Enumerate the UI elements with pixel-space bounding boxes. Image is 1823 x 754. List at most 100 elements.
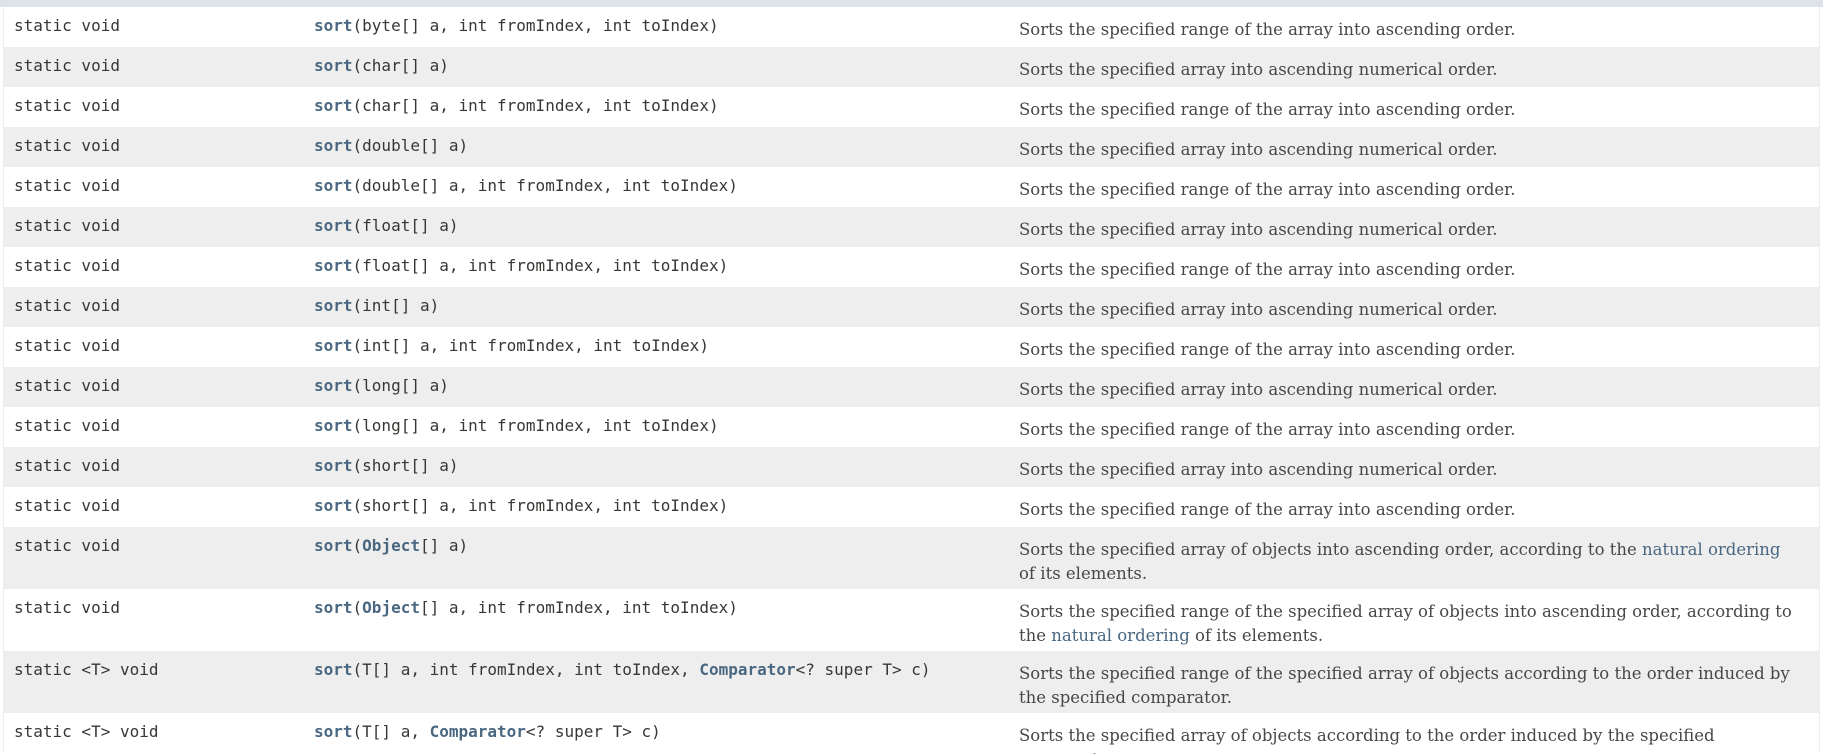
modifier-and-type: static void <box>14 176 120 195</box>
method-link[interactable]: sort <box>314 496 353 515</box>
method-signature: sort(Object[] a) <box>304 527 1009 589</box>
method-params: (char[] a, int fromIndex, int toIndex) <box>352 96 719 115</box>
type-link[interactable]: Comparator <box>699 660 795 679</box>
description-text: Sorts the specified range of the array i… <box>1019 20 1516 39</box>
modifier-and-type: static void <box>14 456 120 475</box>
method-link[interactable]: sort <box>314 456 353 475</box>
method-link[interactable]: sort <box>314 176 353 195</box>
method-description: Sorts the specified range of the array i… <box>1009 407 1819 447</box>
table-row: static <T> void sort(T[] a, int fromIndex… <box>4 651 1819 713</box>
method-description: Sorts the specified range of the array i… <box>1009 327 1819 367</box>
method-signature: sort(short[] a, int fromIndex, int toInd… <box>304 487 1009 527</box>
table-row: static void sort(byte[] a, int fromIndex,… <box>4 7 1819 47</box>
method-description: Sorts the specified range of the specifi… <box>1009 589 1819 651</box>
method-signature: sort(int[] a, int fromIndex, int toIndex… <box>304 327 1009 367</box>
description-text: of its elements. <box>1189 626 1324 645</box>
description-text: Sorts the specified range of the array i… <box>1019 260 1516 279</box>
method-params: (T[] a, int fromIndex, int toIndex, <box>352 660 700 679</box>
method-params: (T[] a, <box>352 722 430 741</box>
method-signature: sort(long[] a) <box>304 367 1009 407</box>
method-signature: sort(float[] a) <box>304 207 1009 247</box>
description-text: Sorts the specified array of objects int… <box>1019 540 1643 559</box>
method-description: Sorts the specified array of objects int… <box>1009 527 1819 589</box>
method-link[interactable]: sort <box>314 56 353 75</box>
method-params: (int[] a) <box>352 296 440 315</box>
method-signature: sort(char[] a, int fromIndex, int toInde… <box>304 87 1009 127</box>
type-link[interactable]: Comparator <box>430 722 526 741</box>
method-params: (double[] a) <box>352 136 469 155</box>
table-row: static void sort(double[] a) Sorts the spe… <box>4 127 1819 167</box>
table-row: static void sort(char[] a) Sorts the speci… <box>4 47 1819 87</box>
method-description: Sorts the specified array into ascending… <box>1009 47 1819 87</box>
method-link[interactable]: sort <box>314 16 353 35</box>
method-link[interactable]: sort <box>314 96 353 115</box>
method-signature: sort(T[] a, int fromIndex, int toIndex, … <box>304 651 1009 713</box>
table-row: static void sort(float[] a) Sorts the spec… <box>4 207 1819 247</box>
table-row: static void sort(float[] a, int fromIndex… <box>4 247 1819 287</box>
method-signature: sort(double[] a, int fromIndex, int toIn… <box>304 167 1009 207</box>
header-strip <box>0 0 1823 7</box>
method-description: Sorts the specified array into ascending… <box>1009 207 1819 247</box>
method-link[interactable]: sort <box>314 256 353 275</box>
description-text: Sorts the specified array into ascending… <box>1019 60 1498 79</box>
modifier-and-type: static void <box>14 16 120 35</box>
method-description: Sorts the specified range of the array i… <box>1009 247 1819 287</box>
method-signature: sort(short[] a) <box>304 447 1009 487</box>
modifier-and-type: static void <box>14 416 120 435</box>
table-row: static void sort(Object[] a) Sorts the spe… <box>4 527 1819 589</box>
modifier-and-type: static void <box>14 536 120 555</box>
modifier-and-type: static <T> void <box>14 722 159 741</box>
description-text: of its elements. <box>1019 564 1148 583</box>
type-link[interactable]: Object <box>362 536 420 555</box>
method-description: Sorts the specified array into ascending… <box>1009 287 1819 327</box>
method-signature: sort(T[] a, Comparator<? super T> c) <box>304 713 1009 753</box>
description-text: Sorts the specified range of the array i… <box>1019 340 1516 359</box>
modifier-and-type: static void <box>14 376 120 395</box>
natural-ordering-link[interactable]: natural ordering <box>1051 626 1189 645</box>
method-summary-table: static void sort(byte[] a, int fromIndex,… <box>3 7 1820 754</box>
method-link[interactable]: sort <box>314 336 353 355</box>
description-text: Sorts the specified range of the array i… <box>1019 180 1516 199</box>
natural-ordering-link[interactable]: natural ordering <box>1642 540 1780 559</box>
description-text: Sorts the specified array of objects acc… <box>1019 726 1715 754</box>
method-description: Sorts the specified array into ascending… <box>1009 447 1819 487</box>
method-params: (double[] a, int fromIndex, int toIndex) <box>352 176 738 195</box>
method-params: <? super T> c) <box>525 722 661 741</box>
modifier-and-type: static void <box>14 598 120 617</box>
method-params: (int[] a, int fromIndex, int toIndex) <box>352 336 709 355</box>
method-link[interactable]: sort <box>314 416 353 435</box>
method-params: (short[] a) <box>352 456 459 475</box>
method-description: Sorts the specified range of the array i… <box>1009 87 1819 127</box>
method-signature: sort(int[] a) <box>304 287 1009 327</box>
method-params: (float[] a, int fromIndex, int toIndex) <box>352 256 729 275</box>
type-link[interactable]: Object <box>362 598 420 617</box>
method-signature: sort(Object[] a, int fromIndex, int toIn… <box>304 589 1009 651</box>
method-link[interactable]: sort <box>314 660 353 679</box>
description-text: Sorts the specified range of the array i… <box>1019 100 1516 119</box>
method-link[interactable]: sort <box>314 296 353 315</box>
modifier-and-type: static void <box>14 96 120 115</box>
method-description: Sorts the specified range of the array i… <box>1009 7 1819 47</box>
modifier-and-type: static void <box>14 336 120 355</box>
method-description: Sorts the specified array of objects acc… <box>1009 713 1819 754</box>
method-description: Sorts the specified range of the array i… <box>1009 487 1819 527</box>
table-row: static <T> void sort(T[] a, Comparator<? … <box>4 713 1819 754</box>
method-link[interactable]: sort <box>314 598 353 617</box>
method-params: (float[] a) <box>352 216 459 235</box>
method-link[interactable]: sort <box>314 136 353 155</box>
method-link[interactable]: sort <box>314 216 353 235</box>
table-row: static void sort(int[] a) Sorts the specif… <box>4 287 1819 327</box>
method-link[interactable]: sort <box>314 722 353 741</box>
modifier-and-type: static void <box>14 56 120 75</box>
method-params: <? super T> c) <box>795 660 931 679</box>
method-params: (short[] a, int fromIndex, int toIndex) <box>352 496 729 515</box>
method-link[interactable]: sort <box>314 536 353 555</box>
method-description: Sorts the specified array into ascending… <box>1009 127 1819 167</box>
table-row: static void sort(short[] a) Sorts the spec… <box>4 447 1819 487</box>
description-text: Sorts the specified range of the specifi… <box>1019 664 1790 707</box>
method-signature: sort(byte[] a, int fromIndex, int toInde… <box>304 7 1009 47</box>
method-params: [] a) <box>419 536 469 555</box>
method-description: Sorts the specified array into ascending… <box>1009 367 1819 407</box>
method-link[interactable]: sort <box>314 376 353 395</box>
modifier-and-type: static void <box>14 496 120 515</box>
